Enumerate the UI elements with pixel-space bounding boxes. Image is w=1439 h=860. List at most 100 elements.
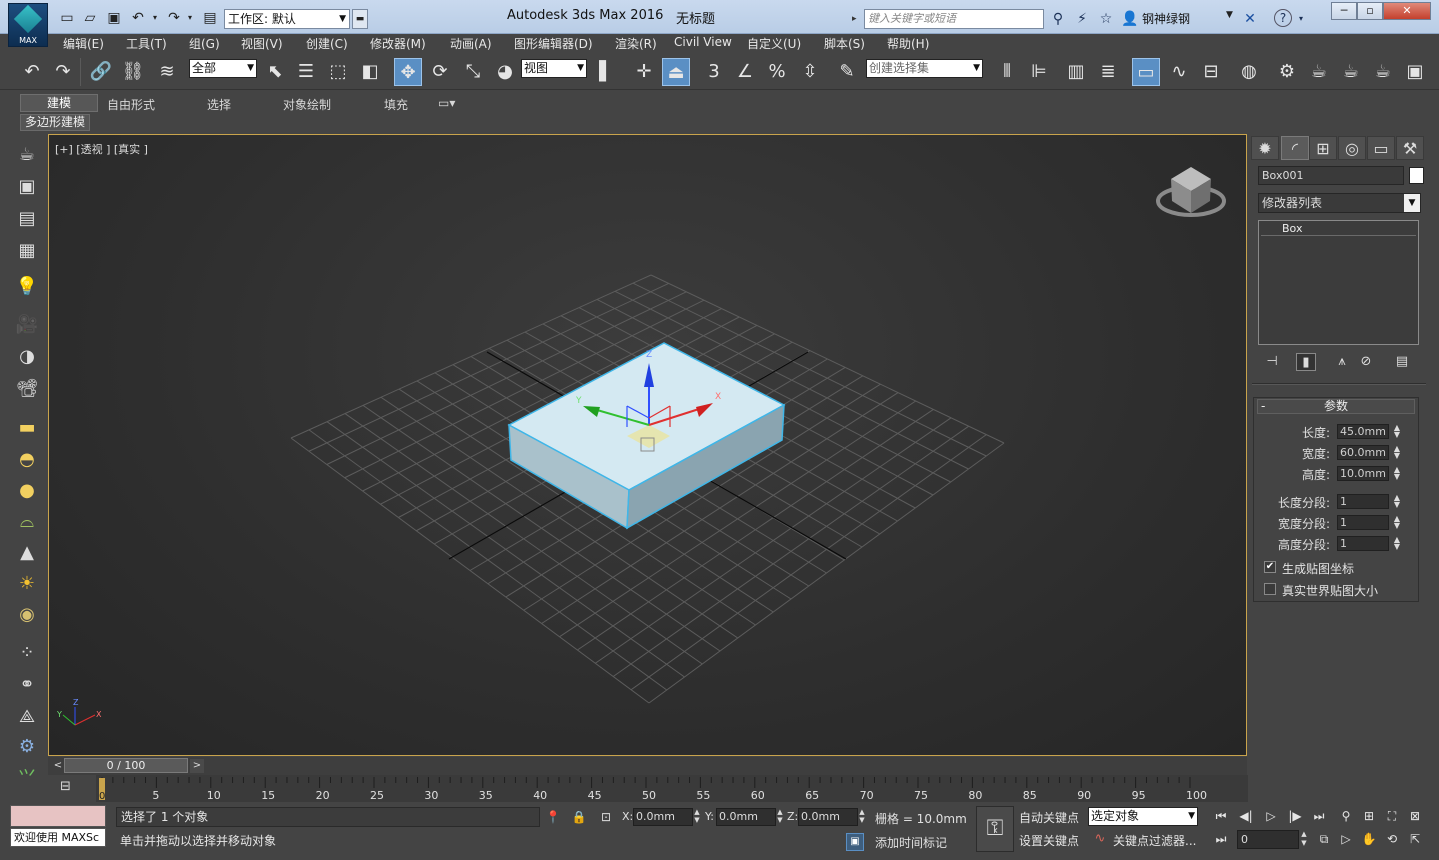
snaps-toggle-icon[interactable]: 3 bbox=[700, 58, 728, 86]
tab-object-paint[interactable]: 对象绘制 bbox=[283, 96, 331, 113]
user-dropdown-icon[interactable]: ▼ bbox=[1226, 10, 1233, 20]
mini-curve-editor-icon[interactable]: ⊟ bbox=[60, 779, 80, 797]
z-spinner[interactable]: ▲ ▼ bbox=[857, 808, 867, 826]
redo-icon[interactable]: ↷ bbox=[164, 8, 184, 28]
display-tab-icon[interactable]: ▭ bbox=[1367, 136, 1395, 160]
percent-snap-icon[interactable]: % bbox=[763, 58, 791, 86]
width-segs-field[interactable]: 1 bbox=[1337, 515, 1389, 530]
zoom-extents-all-icon[interactable]: ⊠ bbox=[1404, 806, 1426, 826]
go-to-start-icon[interactable]: ⏮ bbox=[1210, 806, 1232, 826]
height-spinner[interactable]: ▲ ▼ bbox=[1391, 466, 1403, 481]
subscription-icon[interactable]: ⚡ bbox=[1072, 9, 1092, 29]
render-region-icon[interactable]: ◑ bbox=[14, 344, 40, 370]
height-field[interactable]: 10.0mm bbox=[1337, 466, 1389, 481]
select-and-scale-icon[interactable]: ⤡ bbox=[459, 58, 487, 86]
sun-icon[interactable]: ☀ bbox=[14, 571, 40, 597]
tab-selection[interactable]: 选择 bbox=[207, 96, 231, 113]
bind-space-warp-icon[interactable]: ≋ bbox=[153, 58, 181, 86]
window-crossing-icon[interactable]: ◧ bbox=[356, 58, 384, 86]
menu-civil-view[interactable]: Civil View bbox=[674, 35, 732, 49]
tab-modeling[interactable]: 建模 bbox=[20, 94, 98, 112]
binoculars-icon[interactable]: ⚲ bbox=[1048, 9, 1068, 29]
align-icon[interactable]: ⊫ bbox=[1025, 58, 1053, 86]
image-icon[interactable]: ▣ bbox=[14, 174, 40, 200]
length-spinner[interactable]: ▲ ▼ bbox=[1391, 424, 1403, 439]
make-unique-icon[interactable]: ⩚ bbox=[1332, 353, 1352, 371]
current-frame-spinner[interactable]: ▲ ▼ bbox=[1299, 830, 1309, 849]
render-in-cloud-icon[interactable]: ▣ bbox=[1401, 58, 1429, 86]
set-key-icon[interactable]: ⚿ bbox=[976, 806, 1014, 852]
field-of-view-icon[interactable]: ▷ bbox=[1335, 829, 1357, 849]
angle-snap-icon[interactable]: ∠ bbox=[731, 58, 759, 86]
render-iterative-icon[interactable]: ☕ bbox=[1369, 58, 1397, 86]
modifier-stack[interactable] bbox=[1258, 220, 1419, 345]
app-menu-button[interactable]: MAX bbox=[8, 3, 48, 47]
undo-dropdown-icon[interactable]: ▾ bbox=[150, 8, 160, 28]
select-and-move-icon[interactable]: ✥ bbox=[394, 58, 422, 86]
grid-list-icon[interactable]: ▦ bbox=[14, 238, 40, 264]
search-input[interactable]: 键入关键字或短语 bbox=[864, 9, 1044, 29]
pyramid-icon[interactable]: ⟁ bbox=[14, 704, 40, 730]
z-coordinate-field[interactable]: 0.0mm bbox=[798, 808, 858, 826]
camera-icon[interactable]: 🎥 bbox=[14, 312, 40, 338]
workspace-select[interactable]: 工作区: 默认 ▼ bbox=[224, 9, 350, 29]
zoom-extents-icon[interactable]: ⛶ bbox=[1381, 806, 1403, 826]
play-icon[interactable]: ▷ bbox=[1260, 806, 1282, 826]
tab-freeform[interactable]: 自由形式 bbox=[107, 96, 155, 113]
keyboard-shortcut-override-icon[interactable]: ⏏ bbox=[662, 58, 690, 86]
modifier-stack-item[interactable]: Box bbox=[1261, 223, 1416, 236]
show-end-result-icon[interactable]: ▮ bbox=[1296, 353, 1316, 371]
orbit-icon[interactable]: ⟲ bbox=[1381, 829, 1403, 849]
undo-icon[interactable]: ↶ bbox=[128, 8, 148, 28]
molecule-icon[interactable]: ⚭ bbox=[14, 672, 40, 698]
menu-views[interactable]: 视图(V) bbox=[241, 35, 283, 52]
object-name-field[interactable]: Box001 bbox=[1258, 166, 1404, 185]
rendered-frame-window-icon[interactable]: ☕ bbox=[1305, 58, 1333, 86]
unlink-icon[interactable]: ⛓ bbox=[119, 58, 147, 86]
rectangular-selection-icon[interactable]: ⬚ bbox=[324, 58, 352, 86]
time-slider-prev[interactable]: < bbox=[52, 759, 64, 773]
key-target-select[interactable]: 选定对象 ▼ bbox=[1088, 807, 1198, 826]
layer-explorer-icon[interactable]: ▥ bbox=[1062, 58, 1090, 86]
maximize-button[interactable]: ▫ bbox=[1357, 2, 1383, 20]
width-spinner[interactable]: ▲ ▼ bbox=[1391, 445, 1403, 460]
project-folder-icon[interactable]: ▤ bbox=[200, 8, 220, 28]
hierarchy-tab-icon[interactable]: ⊞ bbox=[1309, 136, 1337, 160]
select-and-place-icon[interactable]: ◕ bbox=[491, 58, 519, 86]
tab-populate[interactable]: 填充 bbox=[384, 96, 408, 113]
redo-dropdown-icon[interactable]: ▾ bbox=[185, 8, 195, 28]
search-expand-icon[interactable]: ▸ bbox=[852, 9, 862, 29]
track-bar[interactable]: 5 10 15 20 25 30 35 40 45 50 55 60 65 70 75 80 85 90 95 100… bbox=[96, 775, 1248, 802]
ribbon-panel-polygon-modeling[interactable]: 多边形建模 bbox=[20, 114, 90, 131]
x-coordinate-field[interactable]: 0.0mm bbox=[633, 808, 693, 826]
help-icon[interactable]: ? bbox=[1274, 9, 1292, 27]
maxscript-listener-mini[interactable] bbox=[10, 805, 106, 827]
close-button[interactable]: ✕ bbox=[1383, 2, 1431, 20]
video-camera-icon[interactable]: 📽 bbox=[14, 376, 40, 402]
user-icon[interactable]: 👤 bbox=[1120, 9, 1140, 29]
workspace-menu-button[interactable]: ▬ bbox=[352, 9, 368, 29]
length-segs-spinner[interactable]: ▲ ▼ bbox=[1391, 494, 1403, 509]
reference-coordinate-select[interactable]: 视图 ▼ bbox=[521, 59, 587, 78]
time-configuration-icon[interactable]: ⧉ bbox=[1313, 829, 1335, 849]
current-frame-field[interactable]: 0 bbox=[1237, 830, 1299, 849]
gear-icon[interactable]: ⚙ bbox=[14, 734, 40, 760]
set-key-button[interactable]: 设置关键点 bbox=[1019, 832, 1079, 849]
undo-icon[interactable]: ↶ bbox=[18, 58, 46, 86]
save-file-icon[interactable]: ▣ bbox=[104, 8, 124, 28]
menu-group[interactable]: 组(G) bbox=[189, 35, 220, 52]
manipulate-icon[interactable]: ✛ bbox=[630, 58, 658, 86]
modifier-list-select[interactable]: 修改器列表 ▼ bbox=[1258, 193, 1421, 213]
select-by-name-icon[interactable]: ☰ bbox=[292, 58, 320, 86]
modify-tab-icon[interactable]: ◜ bbox=[1281, 136, 1309, 160]
key-mode-toggle-icon[interactable]: ⏭ bbox=[1210, 829, 1232, 849]
redo-icon[interactable]: ↷ bbox=[49, 58, 77, 86]
menu-animation[interactable]: 动画(A) bbox=[450, 35, 492, 52]
gen-mapping-checkbox[interactable]: ✔ bbox=[1264, 561, 1276, 573]
menu-create[interactable]: 创建(C) bbox=[306, 35, 348, 52]
time-slider-next[interactable]: > bbox=[190, 759, 204, 773]
favorites-star-icon[interactable]: ☆ bbox=[1096, 9, 1116, 29]
perspective-viewport[interactable]: [+] [透视 ] [真实 ] Z X Y Z X Y bbox=[48, 134, 1247, 756]
object-color-swatch[interactable] bbox=[1409, 167, 1424, 184]
sphere-icon[interactable]: ● bbox=[14, 478, 40, 504]
